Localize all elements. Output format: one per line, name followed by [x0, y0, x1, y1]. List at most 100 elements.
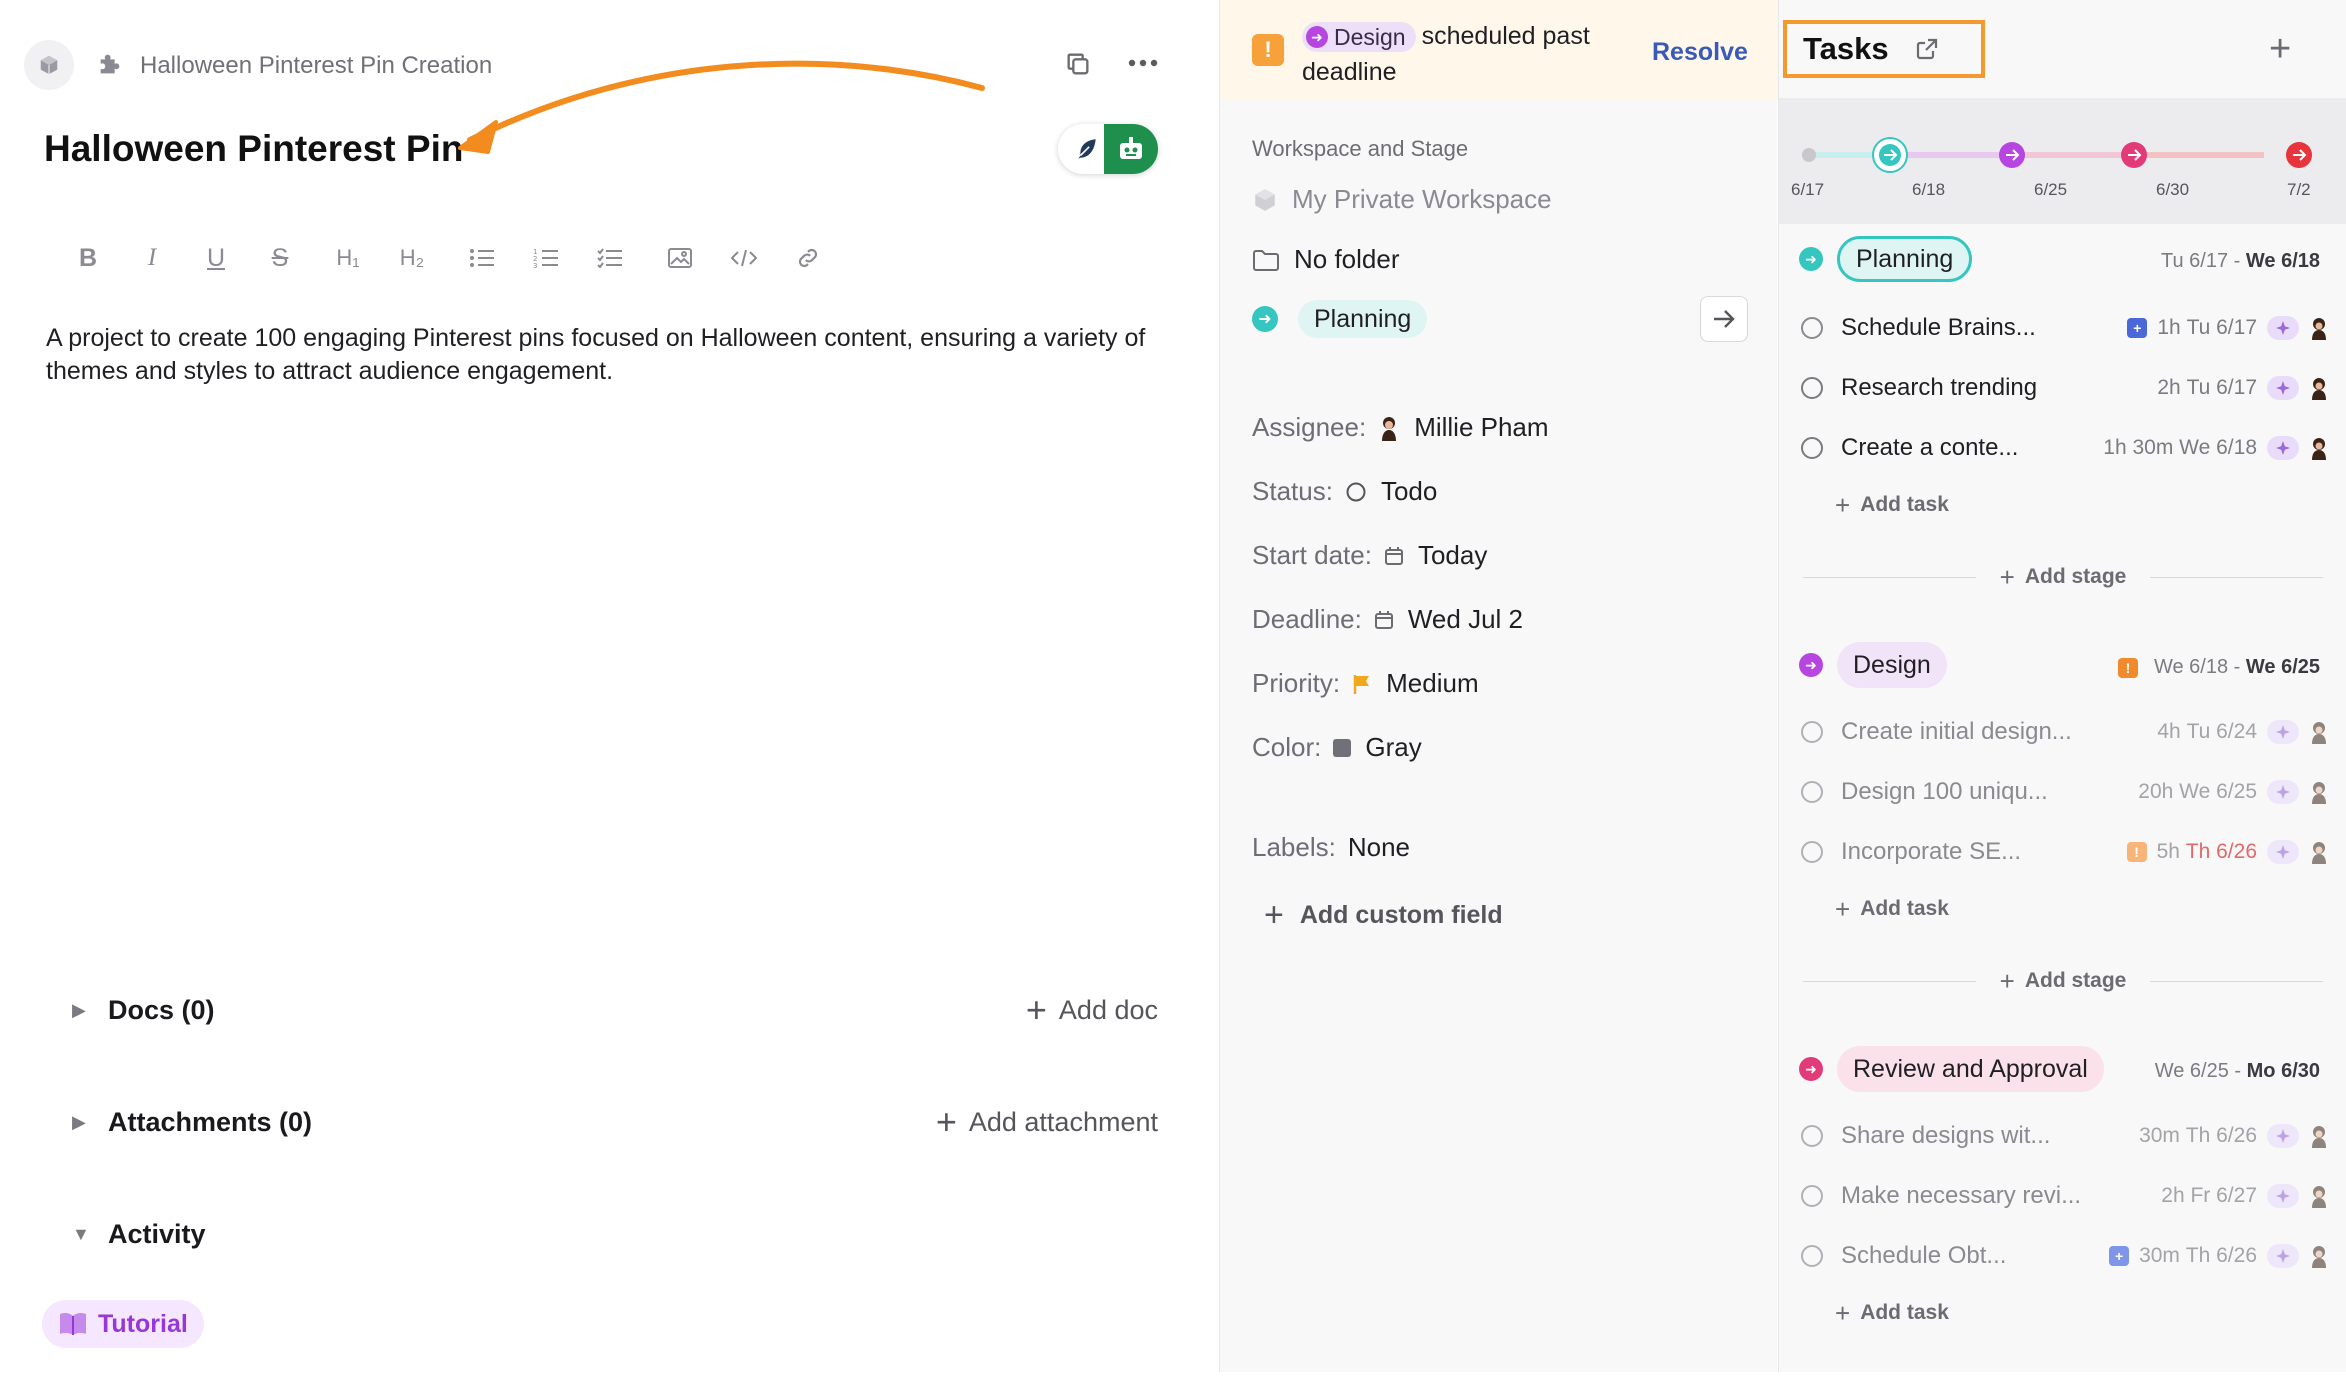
- clock-icon[interactable]: [1801, 1125, 1823, 1147]
- task-row[interactable]: Create a conte... 1h 30m We 6/18: [1801, 428, 2331, 468]
- tasks-header[interactable]: Tasks: [1783, 20, 1985, 78]
- docs-label[interactable]: Docs (0): [108, 995, 215, 1026]
- feather-icon[interactable]: [1066, 128, 1108, 170]
- ai-sparkle-icon[interactable]: [2267, 1184, 2299, 1208]
- warning-icon: !: [2117, 657, 2138, 678]
- deadline-field[interactable]: Deadline: Wed Jul 2: [1252, 604, 1523, 635]
- add-doc-button[interactable]: + Add doc: [1026, 992, 1158, 1028]
- ai-sparkle-icon[interactable]: [2267, 1244, 2299, 1268]
- link-icon[interactable]: [776, 240, 840, 276]
- caret-right-icon[interactable]: ▶: [72, 1000, 108, 1021]
- next-stage-button[interactable]: [1700, 296, 1748, 342]
- add-task-button[interactable]: + Add task: [1835, 1300, 1949, 1326]
- avatar: [2309, 1124, 2331, 1148]
- italic-button[interactable]: I: [120, 240, 184, 276]
- color-field[interactable]: Color: Gray: [1252, 732, 1422, 763]
- clock-icon[interactable]: [1801, 721, 1823, 743]
- ai-sparkle-icon[interactable]: [2267, 720, 2299, 744]
- svg-text:3: 3: [533, 262, 537, 269]
- timeline-label: 7/2: [2287, 180, 2311, 199]
- stage-header-review[interactable]: ➜ Review and Approval: [1799, 1046, 2104, 1092]
- calendar-plus-icon: +: [2127, 318, 2148, 338]
- stage-row[interactable]: ➜ Planning: [1252, 300, 1428, 338]
- resolve-button[interactable]: Resolve: [1652, 38, 1748, 67]
- stage-header-design[interactable]: ➜ Design: [1799, 642, 1947, 688]
- start-date-field[interactable]: Start date: Today: [1252, 540, 1487, 571]
- design-stage-pill[interactable]: ➜ Design: [1302, 22, 1416, 53]
- ai-sparkle-icon[interactable]: [2267, 436, 2299, 460]
- attachments-label[interactable]: Attachments (0): [108, 1107, 312, 1138]
- avatar: [2309, 1184, 2331, 1208]
- activity-label[interactable]: Activity: [108, 1219, 206, 1250]
- clock-icon[interactable]: [1801, 781, 1823, 803]
- labels-field[interactable]: Labels: None: [1252, 832, 1410, 863]
- ai-sparkle-icon[interactable]: [2267, 316, 2299, 340]
- ai-sparkle-icon[interactable]: [2267, 376, 2299, 400]
- priority-field[interactable]: Priority: Medium: [1252, 668, 1479, 699]
- avatar: [1378, 415, 1400, 441]
- clock-icon[interactable]: [1801, 841, 1823, 863]
- task-status-icon[interactable]: [1801, 317, 1823, 339]
- avatar: [2309, 1244, 2331, 1268]
- task-row[interactable]: Make necessary revi... 2h Fr 6/27: [1801, 1176, 2331, 1216]
- bullet-list-icon[interactable]: [450, 240, 514, 276]
- workspace-cube-icon[interactable]: [24, 40, 74, 90]
- page-title[interactable]: Halloween Pinterest Pin: [44, 128, 463, 170]
- add-stage-button[interactable]: + Add stage: [1803, 968, 2324, 994]
- add-task-button[interactable]: + Add task: [1835, 896, 1949, 922]
- more-options-icon[interactable]: [1128, 58, 1158, 68]
- caret-down-icon[interactable]: ▼: [72, 1224, 108, 1245]
- duplicate-icon[interactable]: [1064, 50, 1092, 78]
- task-status-icon[interactable]: [1801, 437, 1823, 459]
- heading2-button[interactable]: H₂: [380, 240, 444, 276]
- folder-row[interactable]: No folder: [1252, 244, 1400, 275]
- deadline-alert: ! ➜ Design scheduled past deadline Resol…: [1220, 0, 1778, 100]
- calendar-icon: [1374, 610, 1394, 630]
- project-description[interactable]: A project to create 100 engaging Pintere…: [46, 322, 1186, 388]
- status-field[interactable]: Status: Todo: [1252, 476, 1437, 507]
- task-row[interactable]: Design 100 uniqu... 20h We 6/25: [1801, 772, 2331, 812]
- add-attachment-button[interactable]: + Add attachment: [936, 1104, 1158, 1140]
- breadcrumb[interactable]: Halloween Pinterest Pin Creation: [140, 52, 492, 80]
- external-link-icon[interactable]: [1915, 37, 1939, 61]
- stage-dates: We 6/25 - Mo 6/30: [2154, 1060, 2320, 1082]
- workspace-row[interactable]: My Private Workspace: [1252, 184, 1552, 215]
- add-custom-field-button[interactable]: + Add custom field: [1264, 898, 1503, 932]
- task-row[interactable]: Incorporate SE... ! 5h Th 6/26: [1801, 832, 2331, 872]
- clock-icon[interactable]: [1801, 1245, 1823, 1267]
- ai-actions: [1058, 124, 1158, 174]
- task-row[interactable]: Schedule Obt... +30m Th 6/26: [1801, 1236, 2331, 1276]
- underline-button[interactable]: U: [184, 240, 248, 276]
- tutorial-button[interactable]: Tutorial: [42, 1300, 204, 1348]
- task-row[interactable]: Share designs wit... 30m Th 6/26: [1801, 1116, 2331, 1156]
- task-row[interactable]: Schedule Brains... +1h Tu 6/17: [1801, 308, 2331, 348]
- numbered-list-icon[interactable]: 123: [514, 240, 578, 276]
- task-status-icon[interactable]: [1801, 377, 1823, 399]
- image-icon[interactable]: [648, 240, 712, 276]
- cube-icon: [1252, 187, 1278, 213]
- ai-sparkle-icon[interactable]: [2267, 1124, 2299, 1148]
- avatar: [2309, 436, 2331, 460]
- caret-right-icon[interactable]: ▶: [72, 1112, 108, 1133]
- heading1-button[interactable]: H₁: [316, 240, 380, 276]
- assignee-field[interactable]: Assignee: Millie Pham: [1252, 412, 1549, 443]
- planning-stage-pill[interactable]: Planning: [1298, 300, 1428, 338]
- strikethrough-button[interactable]: S: [248, 240, 312, 276]
- add-stage-button[interactable]: + Add stage: [1803, 564, 2324, 590]
- editor-toolbar: B I U S H₁ H₂ 123: [56, 240, 840, 276]
- task-row[interactable]: Create initial design... 4h Tu 6/24: [1801, 712, 2331, 752]
- ai-sparkle-icon[interactable]: [2267, 780, 2299, 804]
- add-task-plus-button[interactable]: +: [2269, 28, 2291, 71]
- ai-sparkle-icon[interactable]: [2267, 840, 2299, 864]
- arrow-right-icon: ➜: [1306, 26, 1328, 49]
- task-row[interactable]: Research trending ... 2h Tu 6/17: [1801, 368, 2331, 408]
- docs-section: ▶ Docs (0) + Add doc: [72, 990, 1158, 1030]
- clock-icon[interactable]: [1801, 1185, 1823, 1207]
- bold-button[interactable]: B: [56, 240, 120, 276]
- add-task-button[interactable]: + Add task: [1835, 492, 1949, 518]
- robot-assistant-icon[interactable]: [1104, 124, 1158, 174]
- code-icon[interactable]: [712, 240, 776, 276]
- avatar: [2309, 316, 2331, 340]
- checklist-icon[interactable]: [578, 240, 642, 276]
- stage-header-planning[interactable]: ➜ Planning: [1799, 236, 1973, 282]
